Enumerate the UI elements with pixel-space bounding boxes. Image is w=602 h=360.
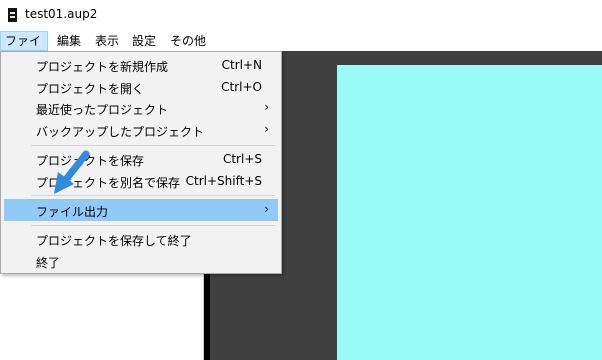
menu-item-label: プロジェクトを保存して終了: [36, 234, 192, 248]
chevron-right-icon: ›: [264, 122, 269, 136]
menu-item-shortcut: Ctrl+O: [221, 80, 262, 94]
menu-item-label: ファイル出力: [36, 205, 109, 219]
film-icon: [8, 8, 17, 22]
menu-item-save-as[interactable]: プロジェクトを別名で保存 Ctrl+Shift+S: [4, 170, 278, 192]
menu-edit[interactable]: 編集: [53, 31, 85, 51]
menu-item-new-project[interactable]: プロジェクトを新規作成 Ctrl+N: [4, 54, 278, 76]
menu-item-label: プロジェクトを開く: [36, 82, 145, 96]
menu-item-exit[interactable]: 終了: [4, 250, 278, 272]
menu-file[interactable]: ファイル: [0, 31, 48, 66]
menu-item-file-export[interactable]: ファイル出力 ›: [4, 199, 278, 221]
menu-view[interactable]: 表示: [91, 31, 123, 51]
menu-item-save-and-exit[interactable]: プロジェクトを保存して終了: [4, 228, 278, 250]
menu-item-shortcut: Ctrl+S: [222, 152, 262, 166]
menu-item-label: 最近使ったプロジェクト: [36, 103, 169, 117]
menu-separator: [31, 225, 275, 226]
menu-separator: [31, 145, 275, 146]
menu-item-label: 終了: [36, 256, 61, 270]
menu-bar: ファイル 編集 表示 設定 その他: [0, 31, 602, 66]
menu-settings[interactable]: 設定: [128, 31, 160, 51]
menu-item-save-project[interactable]: プロジェクトを保存 Ctrl+S: [4, 148, 278, 170]
window-title: test01.aup2: [25, 7, 98, 21]
chevron-right-icon: ›: [264, 202, 269, 216]
menu-other[interactable]: その他: [166, 31, 210, 51]
menu-item-open-project[interactable]: プロジェクトを開く Ctrl+O: [4, 76, 278, 98]
preview-canvas[interactable]: [337, 65, 602, 360]
menu-item-recent-projects[interactable]: 最近使ったプロジェクト ›: [4, 97, 278, 119]
file-menu-dropdown: プロジェクトを新規作成 Ctrl+N プロジェクトを開く Ctrl+O 最近使っ…: [0, 51, 282, 274]
menu-item-shortcut: Ctrl+Shift+S: [185, 174, 262, 188]
chevron-right-icon: ›: [264, 100, 269, 114]
menu-item-label: プロジェクトを新規作成: [36, 60, 169, 74]
title-bar: test01.aup2: [0, 0, 602, 31]
menu-item-label: バックアップしたプロジェクト: [36, 125, 205, 139]
menu-item-shortcut: Ctrl+N: [221, 58, 262, 72]
menu-item-backup-projects[interactable]: バックアップしたプロジェクト ›: [4, 119, 278, 141]
annotation-arrow-icon: [54, 150, 90, 194]
